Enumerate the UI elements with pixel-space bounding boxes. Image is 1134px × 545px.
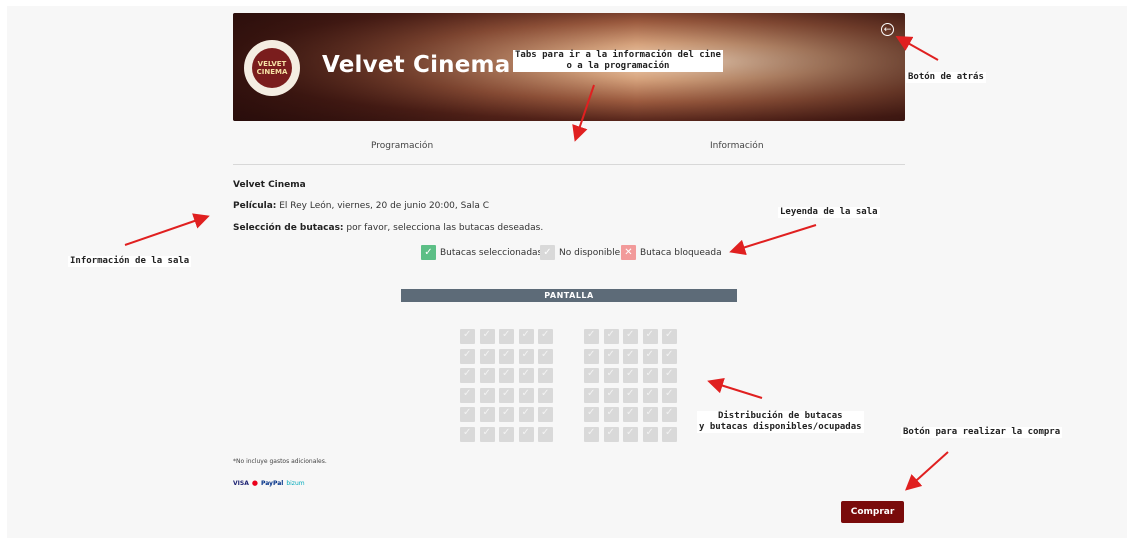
arrow-left-icon: ←	[883, 25, 892, 35]
seat[interactable]	[460, 407, 475, 422]
seat[interactable]	[499, 387, 514, 403]
seat[interactable]	[584, 407, 599, 422]
seat[interactable]	[584, 368, 599, 383]
seat[interactable]	[603, 329, 619, 344]
arrow-room-info	[124, 213, 210, 246]
seat[interactable]	[479, 426, 495, 442]
seat[interactable]	[538, 387, 553, 403]
seat[interactable]	[538, 348, 553, 364]
seat[interactable]	[642, 407, 658, 422]
seat[interactable]	[662, 329, 677, 344]
seat[interactable]	[479, 368, 495, 383]
arrow-buy	[905, 451, 949, 491]
seat[interactable]	[460, 329, 475, 344]
seat[interactable]	[460, 426, 475, 442]
logo-text: VELVET CINEMA	[256, 60, 288, 76]
arrow-seats	[707, 377, 763, 399]
seat[interactable]	[603, 407, 619, 422]
seat[interactable]	[623, 348, 638, 364]
seat[interactable]	[518, 426, 534, 442]
cinema-title: Velvet Cinema	[322, 52, 511, 78]
arrow-back	[895, 36, 939, 61]
back-button[interactable]: ←	[881, 23, 894, 36]
seat[interactable]	[499, 407, 514, 422]
seat[interactable]	[538, 368, 553, 383]
annotation-legend: Leyenda de la sala	[778, 207, 880, 218]
seat[interactable]	[479, 387, 495, 403]
seat[interactable]	[518, 407, 534, 422]
seat[interactable]	[642, 368, 658, 383]
seat[interactable]	[518, 387, 534, 403]
seat[interactable]	[662, 387, 677, 403]
seat[interactable]	[623, 407, 638, 422]
arrow-tabs	[572, 84, 595, 142]
seat[interactable]	[499, 329, 514, 344]
annotation-seats: Distribución de butacas y butacas disponi…	[697, 411, 864, 433]
seat[interactable]	[584, 329, 599, 344]
seat[interactable]	[479, 348, 495, 364]
annotation-tabs: Tabs para ir a la información del cine o …	[513, 50, 723, 72]
seat[interactable]	[642, 329, 658, 344]
arrow-legend	[729, 224, 817, 256]
seat[interactable]	[538, 329, 553, 344]
seat[interactable]	[518, 348, 534, 364]
seat[interactable]	[584, 387, 599, 403]
seat[interactable]	[499, 426, 514, 442]
seat[interactable]	[460, 368, 475, 383]
seat[interactable]	[460, 387, 475, 403]
seat[interactable]	[662, 348, 677, 364]
seat[interactable]	[479, 407, 495, 422]
seat[interactable]	[499, 368, 514, 383]
seat[interactable]	[538, 426, 553, 442]
seat[interactable]	[662, 426, 677, 442]
annotation-room-info: Información de la sala	[68, 256, 192, 267]
seat[interactable]	[603, 426, 619, 442]
seat[interactable]	[460, 348, 475, 364]
seat[interactable]	[642, 426, 658, 442]
seat[interactable]	[603, 387, 619, 403]
seat[interactable]	[479, 329, 495, 344]
seat[interactable]	[518, 368, 534, 383]
seat[interactable]	[642, 348, 658, 364]
seat[interactable]	[603, 348, 619, 364]
seat[interactable]	[642, 387, 658, 403]
cinema-logo: VELVET CINEMA	[244, 40, 300, 96]
annotation-buy: Botón para realizar la compra	[901, 427, 1063, 438]
seat[interactable]	[584, 426, 599, 442]
seat[interactable]	[518, 329, 534, 344]
seat[interactable]	[662, 407, 677, 422]
seat[interactable]	[662, 368, 677, 383]
seat[interactable]	[623, 329, 638, 344]
seat[interactable]	[623, 426, 638, 442]
seat[interactable]	[499, 348, 514, 364]
seat[interactable]	[603, 368, 619, 383]
seat[interactable]	[538, 407, 553, 422]
seat[interactable]	[584, 348, 599, 364]
seat[interactable]	[623, 368, 638, 383]
seat[interactable]	[623, 387, 638, 403]
annotation-back: Botón de atrás	[906, 72, 986, 83]
